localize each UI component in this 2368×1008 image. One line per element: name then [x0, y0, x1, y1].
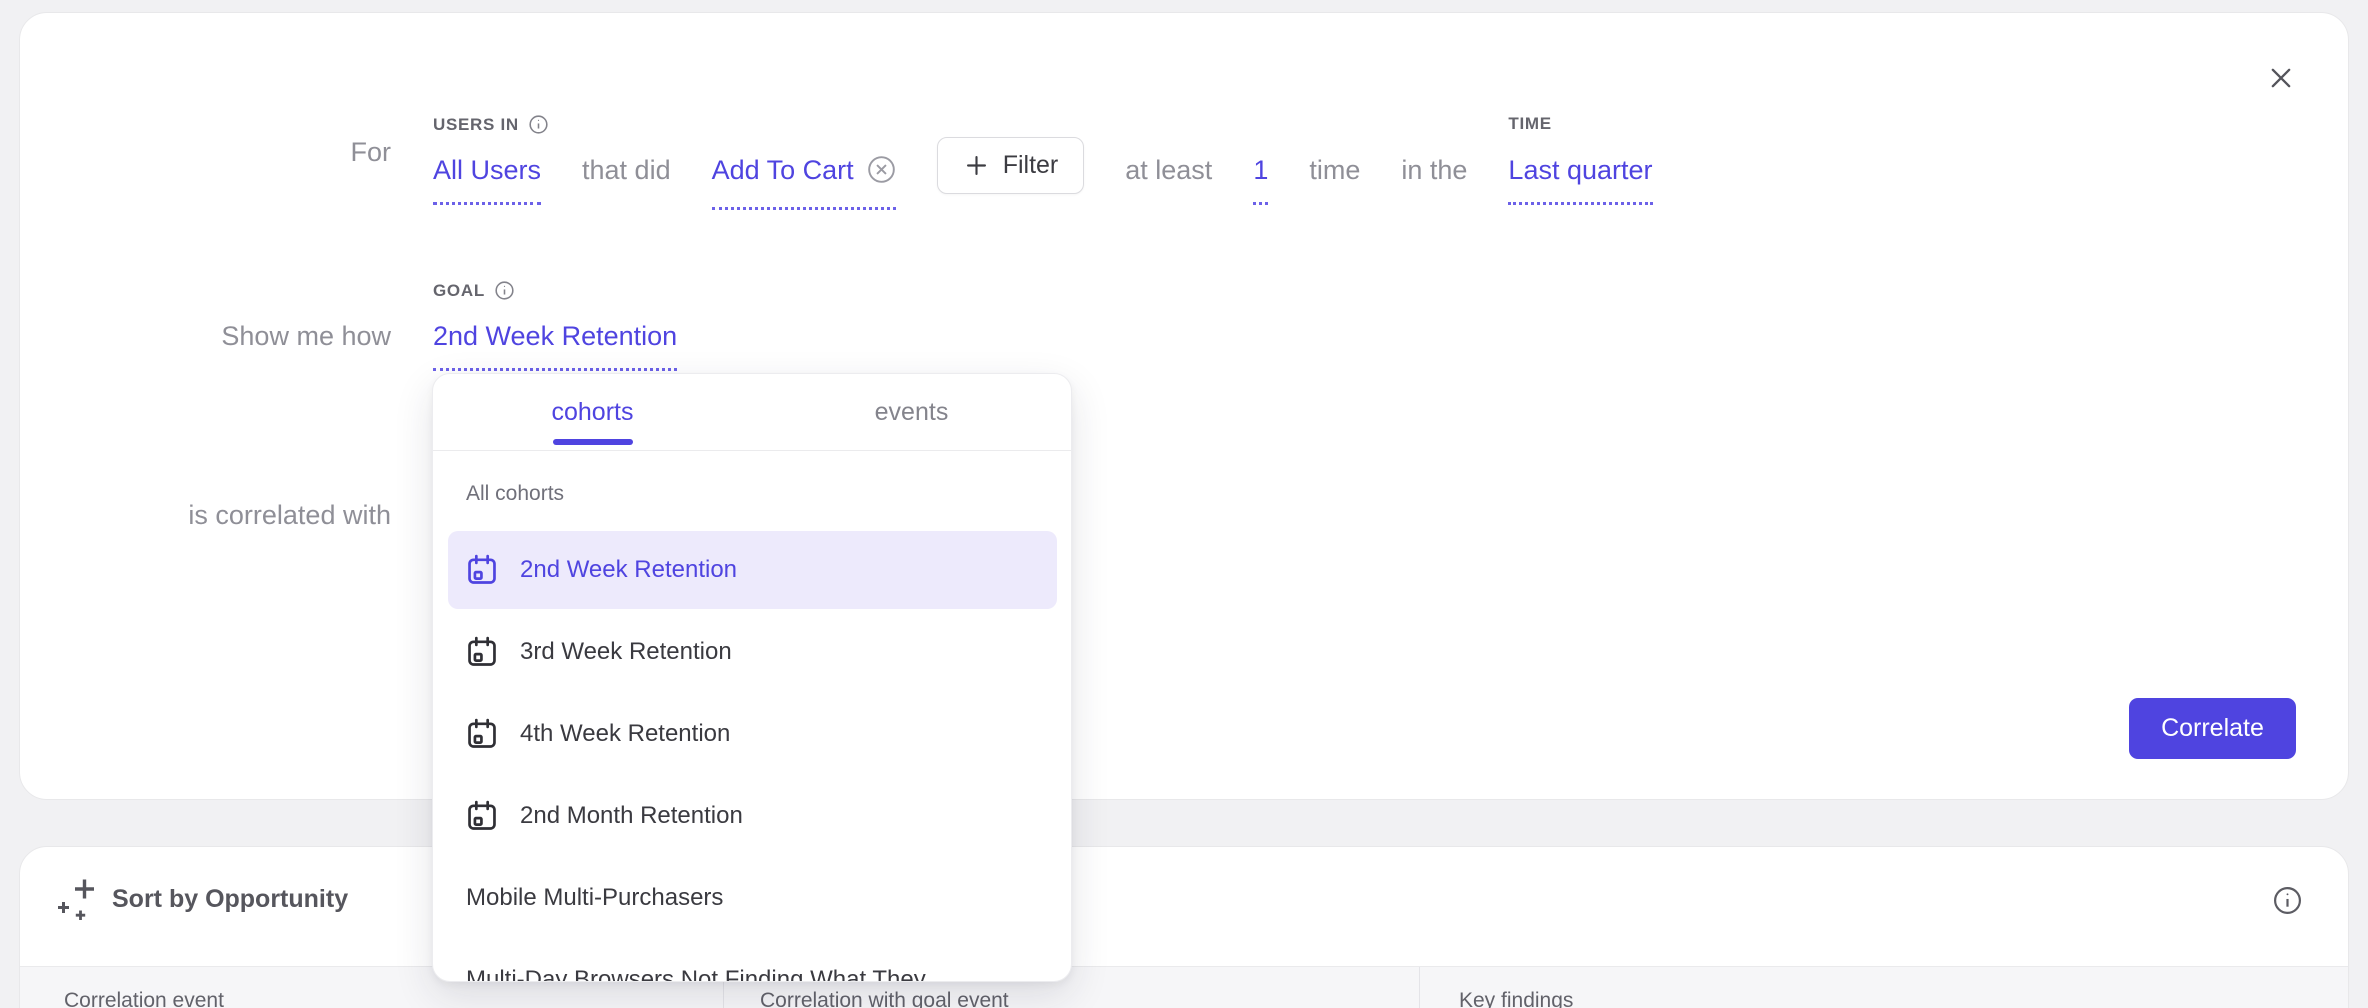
- sort-by-opportunity-button[interactable]: Sort by Opportunity: [56, 876, 348, 922]
- list-item[interactable]: 2nd Week Retention: [448, 531, 1057, 609]
- for-text: For: [20, 137, 391, 168]
- info-icon[interactable]: [494, 280, 515, 301]
- that-did-text: that did: [582, 155, 671, 186]
- list-item[interactable]: 2nd Month Retention: [448, 777, 1057, 855]
- is-correlated-with-text: is correlated with: [20, 500, 391, 531]
- time-text: time: [1309, 155, 1360, 186]
- info-icon[interactable]: [528, 114, 549, 135]
- goal-label: GOAL: [433, 280, 515, 301]
- results-card: Sort by Opportunity Correlation event Co…: [19, 846, 2349, 1008]
- list-item-label: 3rd Week Retention: [520, 638, 732, 666]
- list-item[interactable]: 3rd Week Retention: [448, 613, 1057, 691]
- time-label: TIME: [1508, 114, 1551, 134]
- list-item[interactable]: 4th Week Retention: [448, 695, 1057, 773]
- sort-button-label: Sort by Opportunity: [112, 885, 348, 914]
- count-input[interactable]: 1: [1253, 155, 1268, 205]
- list-item[interactable]: Multi-Day Browsers Not Finding What They: [448, 941, 1057, 982]
- column-header-key-findings: Key findings: [1419, 967, 2348, 1008]
- list-item-label: 2nd Week Retention: [520, 556, 737, 584]
- list-item-label: Multi-Day Browsers Not Finding What They: [466, 966, 926, 982]
- event-select[interactable]: Add To Cart: [712, 155, 896, 210]
- builder-row-goal: GOAL 2nd Week Retention: [433, 321, 677, 371]
- calendar-icon: [465, 717, 499, 751]
- query-builder-card: For Show me how is correlated with USERS…: [19, 12, 2349, 800]
- at-least-text: at least: [1125, 155, 1212, 186]
- correlate-button[interactable]: Correlate: [2129, 698, 2296, 759]
- list-item[interactable]: Mobile Multi-Purchasers: [448, 859, 1057, 937]
- active-tab-indicator: [553, 439, 633, 445]
- dropdown-tabs: cohorts events: [433, 374, 1071, 451]
- calendar-icon: [465, 553, 499, 587]
- in-the-text: in the: [1401, 155, 1467, 186]
- close-icon[interactable]: [2264, 61, 2298, 95]
- sparkles-icon: [56, 876, 102, 922]
- cohort-select[interactable]: USERS IN All Users: [433, 155, 541, 205]
- list-item-label: 2nd Month Retention: [520, 802, 743, 830]
- users-in-label: USERS IN: [433, 114, 549, 135]
- results-table-header: Correlation event Correlation with goal …: [20, 966, 2348, 1008]
- plus-icon: [963, 152, 990, 179]
- filter-button[interactable]: Filter: [937, 137, 1085, 194]
- calendar-icon: [465, 635, 499, 669]
- show-me-how-text: Show me how: [20, 321, 391, 352]
- goal-select[interactable]: GOAL 2nd Week Retention: [433, 321, 677, 371]
- date-range-select[interactable]: TIME Last quarter: [1508, 155, 1652, 205]
- calendar-icon: [465, 799, 499, 833]
- section-header-all-cohorts: All cohorts: [466, 482, 1071, 506]
- builder-row-users: USERS IN All Users that did Add To Cart …: [433, 137, 1653, 210]
- info-icon[interactable]: [2272, 885, 2303, 916]
- remove-event-icon[interactable]: [867, 155, 896, 191]
- list-item-label: 4th Week Retention: [520, 720, 730, 748]
- list-item-label: Mobile Multi-Purchasers: [466, 884, 723, 912]
- goal-dropdown: cohorts events All cohorts 2nd Week Rete…: [432, 373, 1072, 982]
- tab-events[interactable]: events: [752, 374, 1071, 450]
